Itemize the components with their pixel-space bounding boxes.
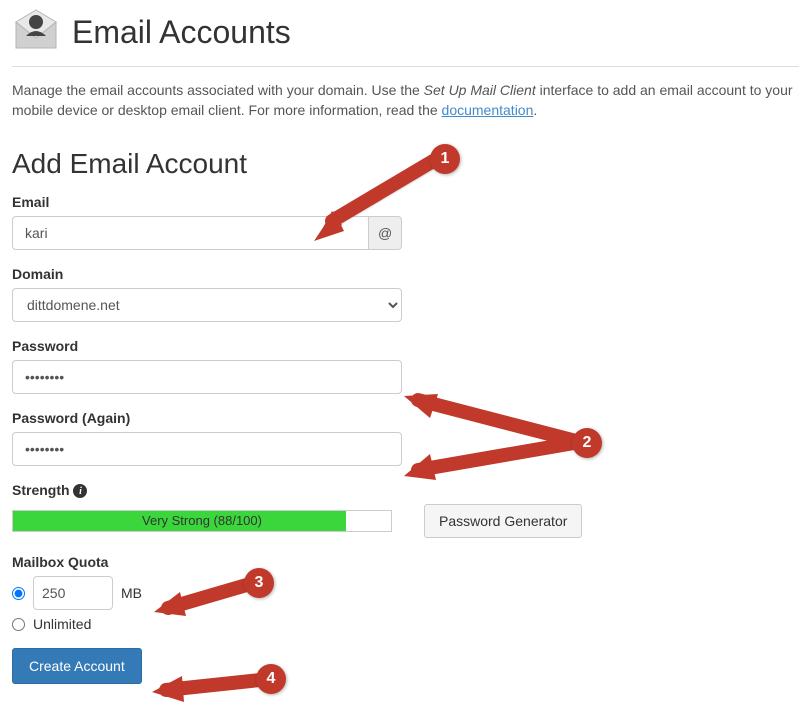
strength-bar: Very Strong (88/100) (12, 510, 392, 532)
quota-limited-radio[interactable] (12, 587, 25, 600)
email-input[interactable] (12, 216, 369, 250)
callout-arrow-2a (400, 390, 590, 480)
quota-unlimited-radio[interactable] (12, 618, 25, 631)
domain-label: Domain (12, 266, 402, 282)
password-label: Password (12, 338, 402, 354)
callout-badge-2: 2 (572, 428, 602, 458)
page-header: Email Accounts (12, 8, 799, 56)
quota-unlimited-label: Unlimited (33, 616, 91, 632)
at-addon: @ (369, 216, 402, 250)
password2-label: Password (Again) (12, 410, 402, 426)
header-divider (12, 66, 799, 67)
quota-unlimited-row: Unlimited (12, 616, 402, 632)
section-title: Add Email Account (12, 148, 799, 180)
email-accounts-page: Email Accounts Manage the email accounts… (12, 8, 799, 684)
add-email-form: Email @ Domain dittdomene.net Password P… (12, 194, 402, 684)
callout-arrow-2b (400, 428, 590, 488)
info-icon[interactable]: i (73, 484, 87, 498)
strength-label-text: Strength (12, 482, 70, 498)
quota-unit: MB (121, 585, 142, 601)
intro-emphasis: Set Up Mail Client (424, 82, 536, 98)
page-title: Email Accounts (72, 14, 291, 51)
quota-group: Mailbox Quota MB Unlimited (12, 554, 402, 632)
intro-text: Manage the email accounts associated wit… (12, 81, 799, 120)
strength-label: Strength i (12, 482, 402, 498)
domain-group: Domain dittdomene.net (12, 266, 402, 322)
strength-bar-text: Very Strong (88/100) (13, 511, 391, 531)
password2-input[interactable] (12, 432, 402, 466)
password2-group: Password (Again) (12, 410, 402, 466)
submit-group: Create Account (12, 648, 402, 684)
domain-select[interactable]: dittdomene.net (12, 288, 402, 322)
quota-label: Mailbox Quota (12, 554, 402, 570)
quota-limited-row: MB (12, 576, 402, 610)
password-input[interactable] (12, 360, 402, 394)
quota-input[interactable] (33, 576, 113, 610)
intro-after: . (533, 102, 537, 118)
create-account-button[interactable]: Create Account (12, 648, 142, 684)
email-group: Email @ (12, 194, 402, 250)
mail-icon (12, 8, 60, 56)
email-label: Email (12, 194, 402, 210)
email-input-group: @ (12, 216, 402, 250)
callout-number-2: 2 (572, 428, 602, 458)
documentation-link[interactable]: documentation (442, 102, 534, 118)
intro-before: Manage the email accounts associated wit… (12, 82, 424, 98)
password-group: Password (12, 338, 402, 394)
strength-row: Very Strong (88/100) Password Generator (12, 504, 632, 538)
strength-group: Strength i Very Strong (88/100) Password… (12, 482, 402, 538)
password-generator-button[interactable]: Password Generator (424, 504, 582, 538)
